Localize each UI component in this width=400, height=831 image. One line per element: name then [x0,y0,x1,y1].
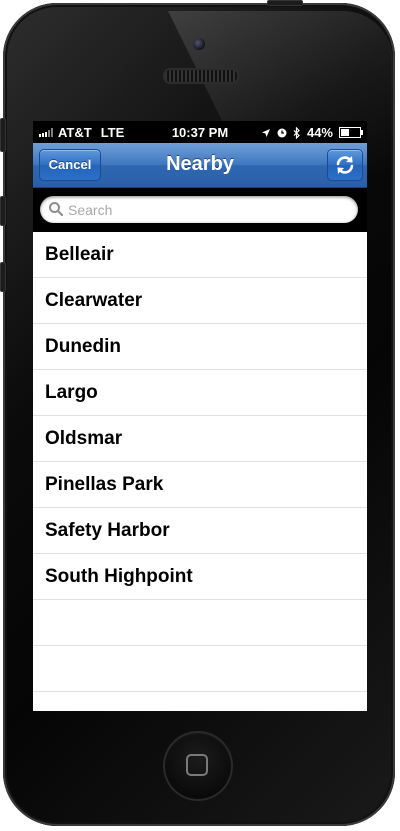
home-button[interactable] [163,731,233,801]
list-item[interactable]: Safety Harbor [33,508,367,554]
empty-row [33,646,367,692]
list-item-label: Oldsmar [45,428,123,449]
refresh-icon [336,156,354,174]
mute-switch[interactable] [0,118,6,152]
screen: AT&T LTE 10:37 PM 44% Cancel Nearby Sear… [33,121,367,711]
location-arrow-icon [261,128,270,137]
sleep-wake-button[interactable] [267,0,303,6]
list-item[interactable]: Largo [33,370,367,416]
battery-percent: 44% [306,125,333,140]
alarm-clock-icon [277,128,287,137]
list-item-label: Belleair [45,244,114,265]
list-item-label: South Highpoint [45,566,193,587]
list-item[interactable]: Oldsmar [33,416,367,462]
navigation-bar: Cancel Nearby [33,143,367,188]
empty-row [33,600,367,646]
status-bar: AT&T LTE 10:37 PM 44% [33,121,367,143]
refresh-button[interactable] [327,149,363,181]
home-square-icon [186,754,208,776]
page-title: Nearby [166,153,234,175]
list-item[interactable]: Clearwater [33,278,367,324]
list-item[interactable]: Dunedin [33,324,367,370]
front-camera [193,38,205,50]
list-item-label: Dunedin [45,336,121,357]
volume-down-button[interactable] [0,262,6,292]
city-list: Belleair Clearwater Dunedin Largo Oldsma… [33,232,367,692]
search-bar [33,188,367,232]
search-input[interactable] [68,201,348,219]
list-item-label: Pinellas Park [45,474,164,495]
earpiece-speaker [163,68,239,84]
list-item-label: Clearwater [45,290,143,311]
volume-up-button[interactable] [0,196,6,226]
battery-icon [339,127,363,138]
list-item[interactable]: Belleair [33,232,367,278]
search-icon [49,202,64,217]
list-item-label: Largo [45,382,98,403]
list-item[interactable]: Pinellas Park [33,462,367,508]
list-item-label: Safety Harbor [45,520,170,541]
bluetooth-icon [293,126,300,139]
search-field[interactable] [40,196,358,223]
list-item[interactable]: South Highpoint [33,554,367,600]
